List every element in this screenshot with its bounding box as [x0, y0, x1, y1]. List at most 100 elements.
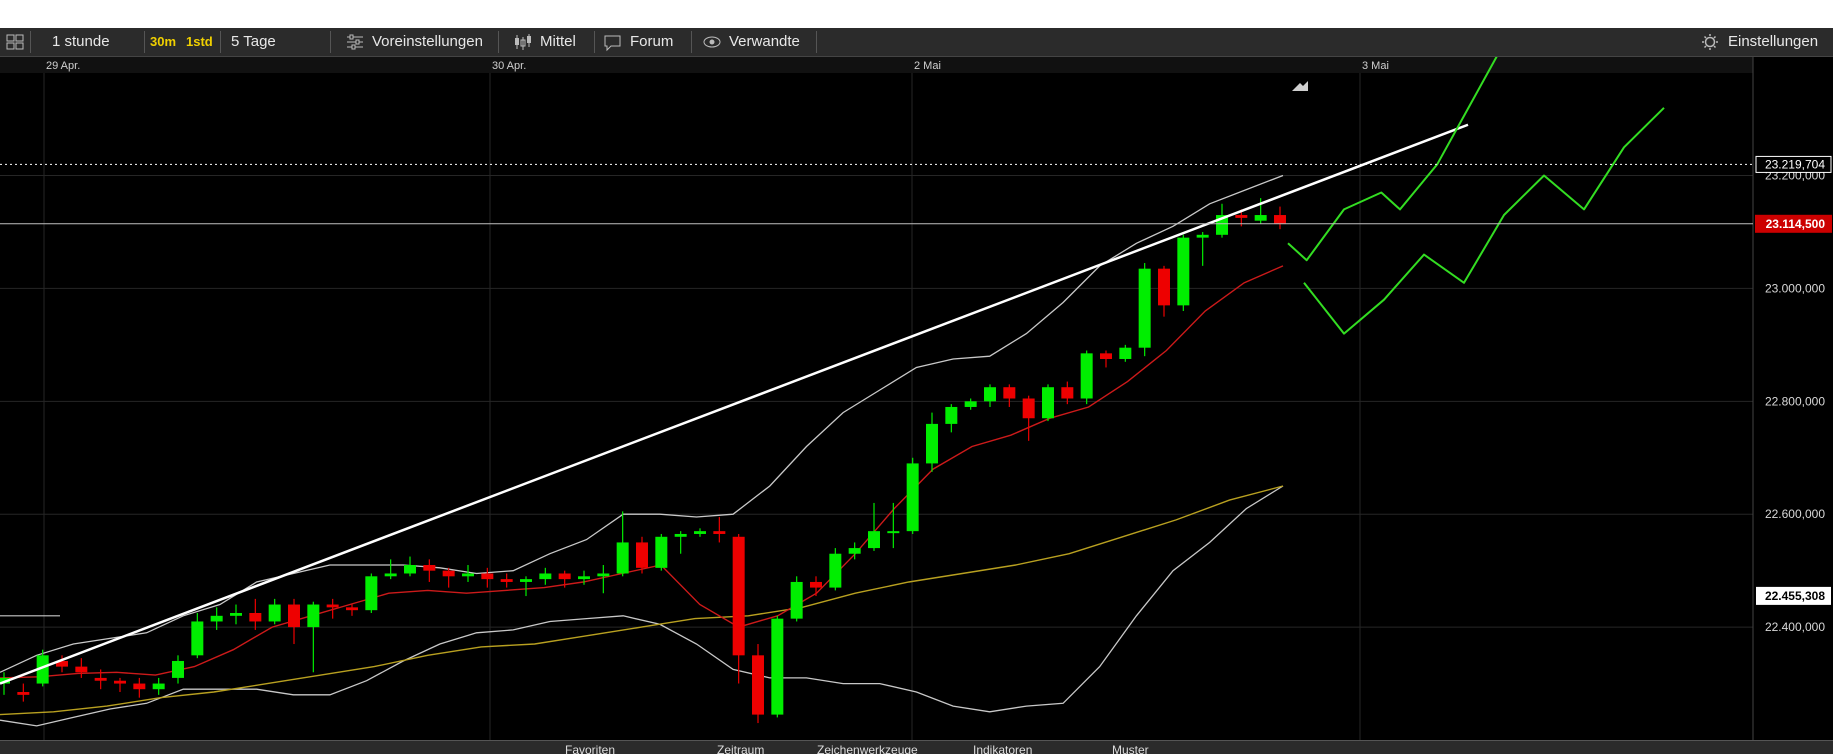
presets-button[interactable]: Voreinstellungen — [372, 28, 483, 56]
x-tick-label: 3 Mai — [1362, 60, 1389, 72]
candle-body-down — [481, 573, 494, 580]
settings-button[interactable]: Einstellungen — [1728, 28, 1818, 56]
toolbar-divider — [691, 31, 692, 53]
candle-body-down — [752, 655, 764, 715]
candle-body-down — [810, 581, 822, 588]
candle-body-down — [94, 677, 107, 681]
toolbar-divider — [498, 31, 499, 53]
candle-body-up — [906, 463, 919, 532]
bottom-tab-period[interactable]: Zeitraum — [717, 743, 764, 754]
candle-body-down — [1100, 353, 1112, 359]
candle-body-up — [694, 531, 706, 534]
candle-body-down — [249, 612, 262, 622]
bottom-tab-drawing-tools[interactable]: Zeichenwerkzeuge — [817, 743, 918, 754]
candle-body-down — [636, 542, 648, 568]
candle-body-down — [75, 666, 88, 673]
candle-body-down — [1022, 398, 1035, 419]
bottom-toolbar: Favoriten Zeitraum Zeichenwerkzeuge Indi… — [0, 740, 1833, 754]
candle-body-down — [442, 570, 455, 577]
toolbar-divider — [220, 31, 221, 53]
y-tick-label: 22.400,000 — [1765, 620, 1825, 634]
candle-body-up — [384, 573, 397, 577]
candle-body-down — [558, 573, 571, 580]
candle-body-up — [230, 612, 242, 616]
toolbar-divider — [330, 31, 331, 53]
candle-body-up — [539, 573, 552, 580]
indicators-button[interactable]: Mittel — [540, 28, 576, 56]
candle-body-up — [597, 573, 610, 577]
interval-1std-button[interactable]: 1std — [186, 28, 213, 56]
candle-body-down — [1003, 387, 1016, 399]
speech-bubble-icon — [603, 28, 623, 56]
toolbar-divider — [30, 31, 31, 53]
candle-body-down — [114, 680, 126, 684]
toolbar-divider — [594, 31, 595, 53]
candle-body-up — [210, 615, 223, 622]
y-tick-label: 23.000,000 — [1765, 281, 1825, 295]
candle-body-up — [172, 660, 184, 678]
candle-body-up — [1254, 215, 1267, 221]
candle-body-down — [732, 536, 745, 656]
x-tick-label: 29 Apr. — [46, 60, 80, 72]
candle-body-up — [365, 576, 378, 611]
candle-body-up — [945, 406, 958, 424]
candle-body-up — [1080, 353, 1093, 399]
range-select[interactable]: 5 Tage — [231, 28, 276, 56]
top-white-strip — [0, 0, 1833, 28]
presets-icon — [345, 28, 365, 56]
y-tick-label: 22.800,000 — [1765, 394, 1825, 408]
price-marker-label: 22.455,308 — [1765, 589, 1825, 603]
candle-body-down — [713, 531, 726, 534]
candle-body-up — [790, 581, 803, 619]
candle-body-up — [964, 401, 977, 407]
toolbar-divider — [816, 31, 817, 53]
candle-body-down — [326, 604, 339, 608]
interval-select[interactable]: 1 stunde — [52, 28, 110, 56]
candle-body-up — [829, 553, 842, 588]
candle-body-up — [926, 423, 938, 464]
candles-icon — [513, 28, 533, 56]
candle-body-up — [520, 579, 532, 582]
candle-body-down — [1274, 215, 1286, 224]
price-chart[interactable]: 29 Apr. 30 Apr. 2 Mai 3 Mai 23.200,00023.00… — [0, 57, 1833, 740]
y-tick-label: 22.600,000 — [1765, 507, 1825, 521]
eye-icon — [702, 28, 722, 56]
forum-button[interactable]: Forum — [630, 28, 673, 56]
candle-body-up — [616, 542, 629, 574]
candle-body-up — [578, 576, 590, 580]
toolbar-divider — [144, 31, 145, 53]
candle-body-up — [307, 604, 320, 628]
candle-body-down — [1061, 387, 1074, 399]
candle-body-up — [771, 618, 784, 715]
bottom-tab-favorites[interactable]: Favoriten — [565, 743, 615, 754]
candle-body-up — [268, 604, 281, 622]
price-marker-label: 23.219,704 — [1765, 157, 1825, 171]
candle-body-down — [17, 692, 30, 695]
candle-body-up — [1119, 347, 1132, 359]
candle-body-down — [423, 565, 436, 571]
related-button[interactable]: Verwandte — [729, 28, 800, 56]
candle-body-up — [868, 531, 880, 549]
candle-body-up — [984, 387, 996, 402]
bottom-tab-patterns[interactable]: Muster — [1112, 743, 1149, 754]
candle-body-up — [152, 683, 165, 690]
candle-body-up — [1042, 387, 1054, 419]
bottom-tab-indicators[interactable]: Indikatoren — [973, 743, 1032, 754]
candle-body-up — [191, 621, 204, 656]
current-price-label: 23.114,500 — [1766, 217, 1826, 231]
interval-30m-button[interactable]: 30m — [150, 28, 176, 56]
candle-body-up — [1138, 268, 1151, 348]
candle-body-up — [1196, 234, 1209, 238]
candle-body-up — [655, 536, 668, 568]
x-tick-label: 30 Apr. — [492, 60, 526, 72]
candle-body-down — [500, 579, 513, 582]
candle-body-down — [1235, 215, 1248, 218]
candle-body-up — [674, 533, 687, 537]
x-tick-label: 2 Mai — [914, 60, 941, 72]
gear-icon[interactable] — [1700, 28, 1720, 56]
candle-body-up — [404, 565, 416, 574]
candle-body-down — [346, 607, 358, 611]
candle-body-up — [462, 573, 474, 577]
candle-body-down — [1158, 268, 1170, 306]
layout-grid-icon[interactable] — [6, 28, 24, 56]
